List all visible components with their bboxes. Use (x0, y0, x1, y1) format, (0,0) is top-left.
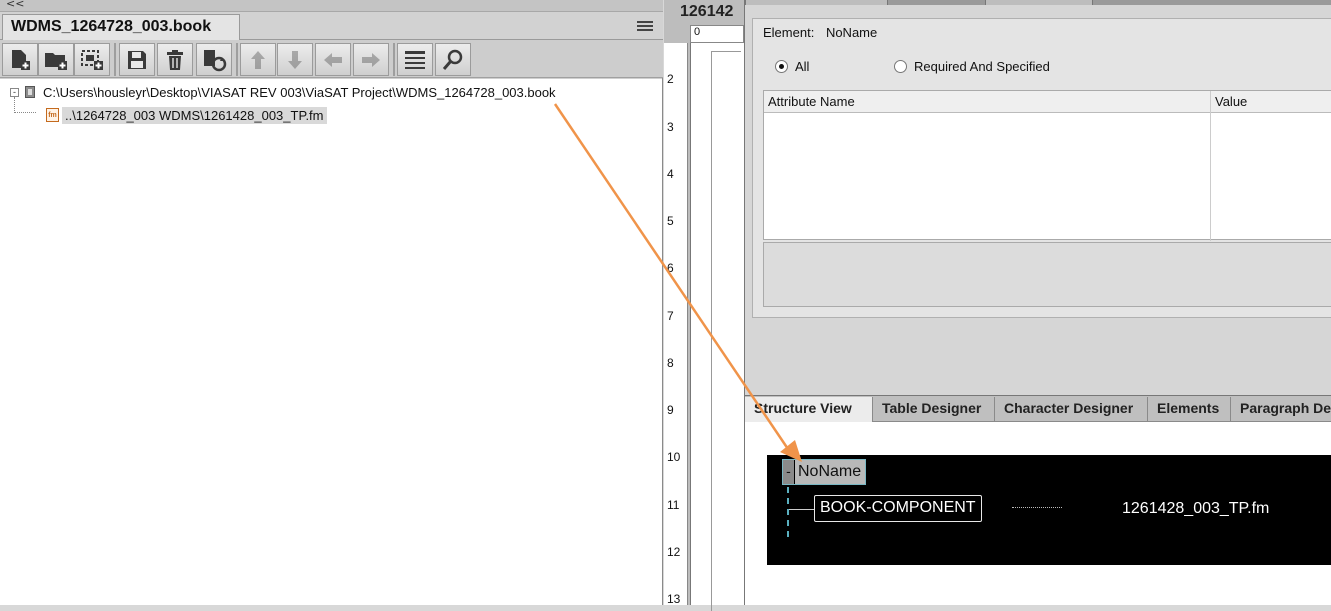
ruler-number: 4 (667, 167, 674, 181)
update-book-icon (204, 49, 227, 71)
structure-tab-strip: Structure View Table Designer Character … (745, 395, 1331, 422)
collapse-icon[interactable]: << (6, 0, 24, 10)
move-right-button[interactable] (353, 43, 389, 76)
save-icon (128, 50, 146, 69)
attributes-panel: Element: NoName All Required And Specifi… (752, 18, 1331, 318)
book-panel: << WDMS_1264728_003.book - C:\Users\hous… (0, 0, 663, 605)
vertical-ruler: 2 3 4 5 6 7 8 9 10 11 12 13 (664, 43, 688, 606)
column-header-value[interactable]: Value (1215, 94, 1247, 109)
book-tab[interactable]: WDMS_1264728_003.book (2, 14, 240, 40)
ruler-number: 2 (667, 72, 674, 86)
radio-required-and-specified[interactable]: Required And Specified (894, 59, 1050, 74)
radio-selected-icon[interactable] (775, 60, 788, 73)
tab-character-designer[interactable]: Character Designer (995, 397, 1148, 422)
move-down-button[interactable] (277, 43, 313, 76)
list-button[interactable] (397, 43, 433, 76)
document-page[interactable] (690, 43, 744, 611)
ruler-number: 3 (667, 120, 674, 134)
book-tab-strip: WDMS_1264728_003.book (0, 12, 663, 40)
move-left-icon (324, 52, 342, 67)
book-tree: - C:\Users\housleyr\Desktop\VIASAT REV 0… (0, 79, 662, 605)
delete-button[interactable] (157, 43, 193, 76)
element-value: NoName (825, 25, 878, 40)
tab-hidden-1[interactable] (745, 0, 888, 5)
tree-child-label: ..\1264728_003 WDMS\1261428_003_TP.fm (62, 106, 327, 124)
move-up-icon (251, 50, 265, 69)
ruler-number: 12 (667, 545, 681, 559)
update-book-button[interactable] (196, 43, 232, 76)
tab-structure-view[interactable]: Structure View (745, 397, 873, 422)
tree-connector (14, 97, 36, 113)
toolbar-separator (393, 43, 395, 76)
radio-unselected-icon[interactable] (894, 60, 907, 73)
radio-all-label: All (795, 59, 810, 74)
tab-paragraph-designer[interactable]: Paragraph De (1231, 397, 1331, 422)
attributes-pod: Element: NoName All Required And Specifi… (744, 0, 1331, 395)
move-right-icon (362, 52, 380, 67)
tab-table-designer[interactable]: Table Designer (873, 397, 995, 422)
radio-required-label: Required And Specified (914, 59, 1050, 74)
ruler-number: 7 (667, 309, 674, 323)
ruler-number: 5 (667, 214, 674, 228)
collapse-node-icon[interactable]: - (783, 460, 795, 484)
toolbar-separator (236, 43, 238, 76)
structure-canvas[interactable]: - NoName BOOK-COMPONENT 1261428_003_TP.f… (767, 455, 1331, 565)
structure-root-node[interactable]: - NoName (782, 459, 867, 485)
horizontal-ruler: 0 (690, 25, 744, 43)
add-group-icon (81, 49, 103, 70)
structure-child-filename: 1261428_003_TP.fm (1122, 500, 1270, 517)
add-group-button[interactable] (74, 43, 110, 76)
panel-collapse-bar[interactable]: << (0, 0, 663, 12)
attributes-table[interactable]: Attribute Name Value (763, 90, 1331, 241)
structure-connector-vertical (787, 487, 789, 537)
move-up-button[interactable] (240, 43, 276, 76)
add-file-button[interactable] (2, 43, 38, 76)
add-file-icon (12, 49, 30, 70)
toolbar-separator (114, 43, 116, 76)
tree-root-label: C:\Users\housleyr\Desktop\VIASAT REV 003… (43, 84, 556, 100)
fm-document-icon: fm (46, 108, 59, 122)
search-button[interactable] (435, 43, 471, 76)
attributes-table-header: Attribute Name Value (764, 91, 1331, 113)
structure-leader-dots (1012, 507, 1062, 508)
tab-elements[interactable]: Elements (1148, 397, 1231, 422)
ruler-number: 13 (667, 592, 681, 606)
list-icon (405, 50, 425, 69)
delete-icon (167, 49, 183, 70)
attributes-tab-strip (745, 0, 1331, 5)
search-icon (442, 49, 463, 70)
move-left-button[interactable] (315, 43, 351, 76)
structure-connector-horizontal (789, 509, 815, 510)
element-info: Element: NoName (763, 25, 885, 40)
ruler-number: 9 (667, 403, 674, 417)
book-toolbar (0, 40, 663, 78)
add-folder-icon (45, 52, 67, 70)
ruler-number: 8 (667, 356, 674, 370)
panel-menu-icon[interactable] (637, 21, 653, 31)
attribute-value-editor[interactable] (763, 242, 1331, 307)
ruler-label: 0 (694, 26, 701, 38)
move-down-icon (288, 50, 302, 69)
tree-root-item[interactable]: - C:\Users\housleyr\Desktop\VIASAT REV 0… (10, 83, 556, 101)
tree-expander-icon[interactable]: - (10, 87, 19, 97)
column-divider[interactable] (1210, 91, 1211, 241)
radio-all[interactable]: All (775, 59, 809, 74)
ruler-number: 10 (667, 450, 681, 464)
ruler-number: 11 (667, 498, 680, 512)
save-button[interactable] (119, 43, 155, 76)
tab-hidden-2[interactable] (985, 0, 1093, 5)
element-label: Element: (763, 25, 815, 40)
structure-pod: Structure View Table Designer Character … (744, 395, 1331, 605)
tree-child-item[interactable]: fm ..\1264728_003 WDMS\1261428_003_TP.fm (46, 105, 327, 125)
root-node-label: NoName (798, 463, 862, 480)
ruler-number: 6 (667, 261, 674, 275)
page-text-frame (711, 51, 741, 611)
column-header-attribute-name[interactable]: Attribute Name (768, 94, 855, 109)
add-folder-button[interactable] (38, 43, 74, 76)
document-tab-title[interactable]: 126142 (680, 3, 733, 21)
structure-child-node[interactable]: BOOK-COMPONENT (814, 495, 982, 522)
